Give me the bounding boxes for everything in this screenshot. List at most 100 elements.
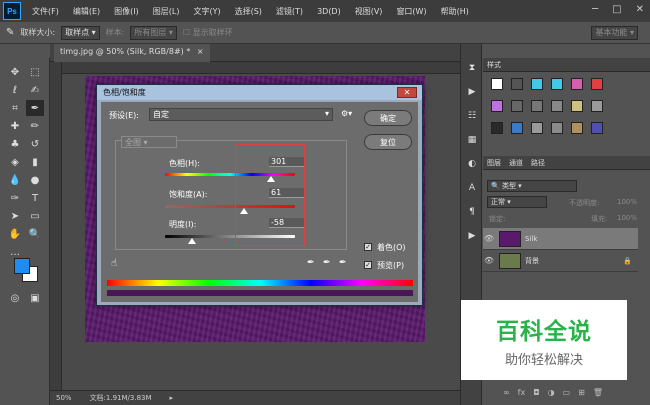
style-swatch[interactable] [491,100,503,112]
group-icon[interactable]: ▭ [563,388,571,400]
minimize-icon[interactable]: ─ [592,4,598,15]
quick-select-tool-icon[interactable]: ✍ [26,82,44,98]
history-panel-icon[interactable]: ⧗ [464,60,480,76]
brush-tool-icon[interactable]: ✏ [26,118,44,134]
fx-icon[interactable]: fx [518,388,526,400]
marquee-tool-icon[interactable]: ⬚ [26,64,44,80]
tab-paths[interactable]: 路径 [531,158,545,168]
menu-select[interactable]: 选择(S) [228,6,269,17]
shape-tool-icon[interactable]: ▭ [26,208,44,224]
style-swatch[interactable] [531,100,543,112]
foreground-color-swatch[interactable] [14,258,30,274]
style-swatch[interactable] [511,122,523,134]
style-swatch[interactable] [571,122,583,134]
add-mask-icon[interactable]: ◘ [533,388,539,400]
styles-tab[interactable]: 样式 [487,60,501,70]
colorize-checkbox[interactable]: ✓ [364,243,372,251]
layer-filter-select[interactable]: 🔍 类型 ▾ [487,180,577,192]
paragraph-panel-icon[interactable]: ¶ [464,204,480,220]
style-swatch[interactable] [591,100,603,112]
layer-row-background[interactable]: 👁 背景 🔒 [483,250,638,272]
new-layer-icon[interactable]: ⊞ [578,388,585,400]
link-layers-icon[interactable]: ∞ [503,388,510,400]
play-icon[interactable]: ▶ [464,228,480,244]
style-swatch[interactable] [491,122,503,134]
gradient-tool-icon[interactable]: ▮ [26,154,44,170]
eyedropper-icon[interactable]: ✒ [307,258,315,268]
fill-value[interactable]: 100% [617,214,637,222]
style-swatch[interactable] [551,78,563,90]
document-tab[interactable]: timg.jpg @ 50% (Silk, RGB/8#) * × [54,44,210,62]
style-swatch[interactable] [591,78,603,90]
actions-panel-icon[interactable]: ▶ [464,84,480,100]
visibility-eye-icon[interactable]: 👁 [483,234,495,243]
tab-close-icon[interactable]: × [197,47,204,56]
menu-filter[interactable]: 滤镜(T) [269,6,310,17]
lightness-slider-handle[interactable] [188,238,196,244]
reset-button[interactable]: 复位 [364,134,412,150]
layer-name[interactable]: Silk [525,235,537,243]
menu-layer[interactable]: 图层(L) [146,6,187,17]
adjustment-layer-icon[interactable]: ◑ [548,388,555,400]
properties-panel-icon[interactable]: ☷ [464,108,480,124]
menu-help[interactable]: 帮助(H) [434,6,476,17]
eyedropper-add-icon[interactable]: ✒ [323,258,331,268]
text-tool-icon[interactable]: T [26,190,44,206]
dodge-tool-icon[interactable]: ● [26,172,44,188]
crop-tool-icon[interactable]: ⌗ [6,100,24,116]
history-brush-tool-icon[interactable]: ↺ [26,136,44,152]
clone-stamp-tool-icon[interactable]: ♣ [6,136,24,152]
path-select-tool-icon[interactable]: ➤ [6,208,24,224]
libraries-panel-icon[interactable]: ▦ [464,132,480,148]
preset-select[interactable]: 自定 ▾ [149,108,333,121]
close-icon[interactable]: ✕ [636,4,644,15]
menu-file[interactable]: 文件(F) [25,6,66,17]
style-swatch[interactable] [571,100,583,112]
menu-3d[interactable]: 3D(D) [310,7,348,16]
style-swatch[interactable] [511,78,523,90]
show-ring-checkbox[interactable]: ☐ 显示取样环 [183,27,233,38]
zoom-tool-icon[interactable]: 🔍 [26,226,44,242]
style-swatch[interactable] [591,122,603,134]
hand-adjust-icon[interactable]: ☝ [111,258,117,269]
menu-window[interactable]: 窗口(W) [389,6,433,17]
quick-mask-icon[interactable]: ◎ [6,290,24,306]
opacity-value[interactable]: 100% [617,198,637,206]
menu-view[interactable]: 视图(V) [348,6,390,17]
eyedropper-subtract-icon[interactable]: ✒ [339,258,347,268]
menu-type[interactable]: 文字(Y) [186,6,227,17]
layer-name[interactable]: 背景 [525,256,539,266]
preview-checkbox[interactable]: ✓ [364,261,372,269]
style-swatch[interactable] [531,78,543,90]
workspace-select[interactable]: 基本功能 ▾ [591,25,638,40]
lasso-tool-icon[interactable]: ℓ [6,82,24,98]
healing-tool-icon[interactable]: ✚ [6,118,24,134]
delete-layer-icon[interactable]: 🗑 [593,388,603,400]
screen-mode-icon[interactable]: ▣ [26,290,44,306]
tab-layers[interactable]: 图层 [487,158,501,168]
eyedropper-icon[interactable]: ✎ [6,27,14,38]
ok-button[interactable]: 确定 [364,110,412,126]
pen-tool-icon[interactable]: ✑ [6,190,24,206]
zoom-level[interactable]: 50% [56,394,72,402]
sample-select[interactable]: 所有图层 ▾ [130,25,177,40]
tab-channels[interactable]: 通道 [509,158,523,168]
gear-icon[interactable]: ⚙▾ [341,109,352,118]
blend-mode-select[interactable]: 正常 ▾ [487,196,547,208]
character-panel-icon[interactable]: A [464,180,480,196]
status-arrow-icon[interactable]: ▸ [170,394,174,402]
channel-select[interactable]: 全图 ▾ [121,136,177,148]
maximize-icon[interactable]: □ [612,4,621,15]
hand-tool-icon[interactable]: ✋ [6,226,24,242]
dialog-close-button[interactable]: ✕ [397,87,417,98]
move-tool-icon[interactable]: ✥ [6,64,24,80]
eyedropper-tool-icon[interactable]: ✒ [26,100,44,116]
visibility-eye-icon[interactable]: 👁 [483,256,495,265]
sample-size-select[interactable]: 取样点 ▾ [61,25,100,40]
style-swatch[interactable] [551,122,563,134]
style-swatch[interactable] [571,78,583,90]
style-swatch[interactable] [491,78,503,90]
menu-image[interactable]: 图像(I) [107,6,146,17]
style-swatch[interactable] [531,122,543,134]
blur-tool-icon[interactable]: 💧 [6,172,24,188]
